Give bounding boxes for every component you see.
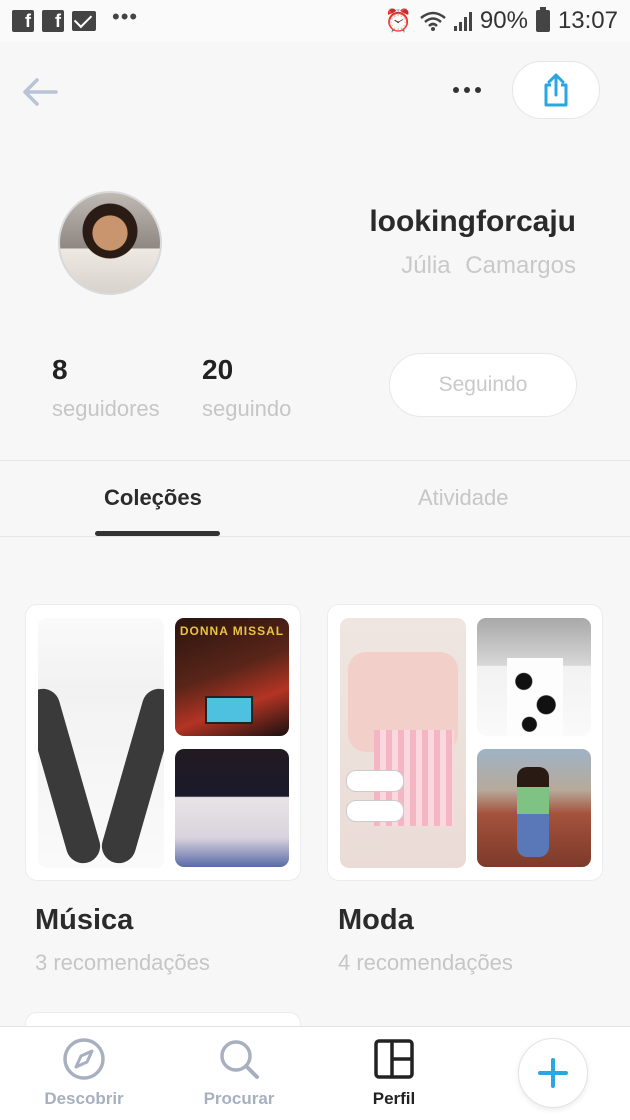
mail-icon bbox=[72, 11, 96, 31]
clock: 13:07 bbox=[557, 7, 618, 34]
photo-shape bbox=[346, 800, 404, 822]
nav-label: Procurar bbox=[203, 1089, 275, 1108]
wifi-icon bbox=[420, 11, 446, 31]
album-cover-image: DONNA MISSAL bbox=[175, 618, 289, 736]
album-artist-text: DONNA MISSAL bbox=[179, 624, 285, 638]
followers-label: seguidores bbox=[52, 396, 160, 421]
album-cover-image bbox=[175, 749, 289, 867]
full-name: Júlia Camargos bbox=[401, 252, 576, 279]
nav-label: Descobrir bbox=[44, 1089, 124, 1108]
alarm-icon: ⏰ bbox=[384, 8, 412, 33]
more-dots-icon: ••• bbox=[112, 4, 139, 29]
share-icon bbox=[544, 73, 568, 107]
following-label: seguindo bbox=[202, 396, 292, 421]
dot bbox=[453, 87, 459, 93]
following-count: 20 bbox=[202, 354, 234, 385]
battery-icon bbox=[535, 7, 550, 32]
status-bar-left: f f ••• bbox=[12, 4, 138, 32]
nav-discover[interactable]: Descobrir bbox=[29, 1037, 139, 1109]
facebook-icon: f bbox=[42, 10, 64, 32]
fashion-image bbox=[477, 749, 591, 867]
compass-icon bbox=[63, 1038, 105, 1080]
fashion-image bbox=[477, 618, 591, 736]
nav-profile[interactable]: Perfil bbox=[339, 1037, 449, 1109]
status-bar: f f ••• ⏰ 90% 13:07 bbox=[0, 0, 630, 42]
tab-collections[interactable]: Coleções bbox=[104, 485, 202, 511]
nav-search[interactable]: Procurar bbox=[184, 1037, 294, 1109]
active-tab-indicator bbox=[95, 531, 220, 536]
share-button[interactable] bbox=[512, 61, 600, 119]
photo-shape bbox=[346, 770, 404, 792]
dot bbox=[475, 87, 481, 93]
signal-icon bbox=[453, 11, 472, 31]
photo-shape bbox=[517, 767, 549, 857]
dot bbox=[464, 87, 470, 93]
nav-label: Perfil bbox=[372, 1089, 416, 1108]
plus-icon bbox=[538, 1058, 568, 1088]
layout-grid-icon bbox=[374, 1039, 414, 1079]
following-button[interactable]: Seguindo bbox=[389, 353, 577, 417]
search-icon bbox=[220, 1040, 259, 1079]
photo-shape bbox=[507, 658, 563, 736]
collection-card-fashion[interactable] bbox=[327, 604, 603, 881]
back-button[interactable] bbox=[18, 70, 62, 114]
cover-art-shape bbox=[205, 696, 253, 724]
facebook-icon: f bbox=[12, 10, 34, 32]
followers-count: 8 bbox=[52, 354, 68, 385]
battery-percent: 90% bbox=[479, 7, 528, 34]
fashion-image bbox=[340, 618, 466, 868]
collection-title[interactable]: Moda bbox=[338, 904, 414, 937]
arrow-left-icon bbox=[23, 78, 58, 106]
collection-subtitle: 3 recomendações bbox=[35, 950, 210, 975]
status-bar-right: ⏰ 90% 13:07 bbox=[384, 7, 618, 35]
more-options-button[interactable] bbox=[444, 72, 490, 108]
collection-card-music[interactable]: DONNA MISSAL bbox=[25, 604, 301, 881]
cover-art-shape bbox=[97, 684, 164, 868]
username: lookingforcaju bbox=[369, 205, 576, 238]
followers-stat[interactable]: 8 seguidores bbox=[52, 354, 160, 422]
collection-title[interactable]: Música bbox=[35, 904, 133, 937]
profile-tabs: Coleções Atividade bbox=[0, 460, 630, 537]
add-button[interactable] bbox=[518, 1038, 588, 1108]
tab-activity[interactable]: Atividade bbox=[418, 485, 509, 511]
avatar[interactable] bbox=[58, 191, 162, 295]
collection-subtitle: 4 recomendações bbox=[338, 950, 513, 975]
album-cover-image bbox=[38, 618, 164, 868]
following-stat[interactable]: 20 seguindo bbox=[202, 354, 291, 422]
cover-art-shape bbox=[38, 684, 105, 868]
